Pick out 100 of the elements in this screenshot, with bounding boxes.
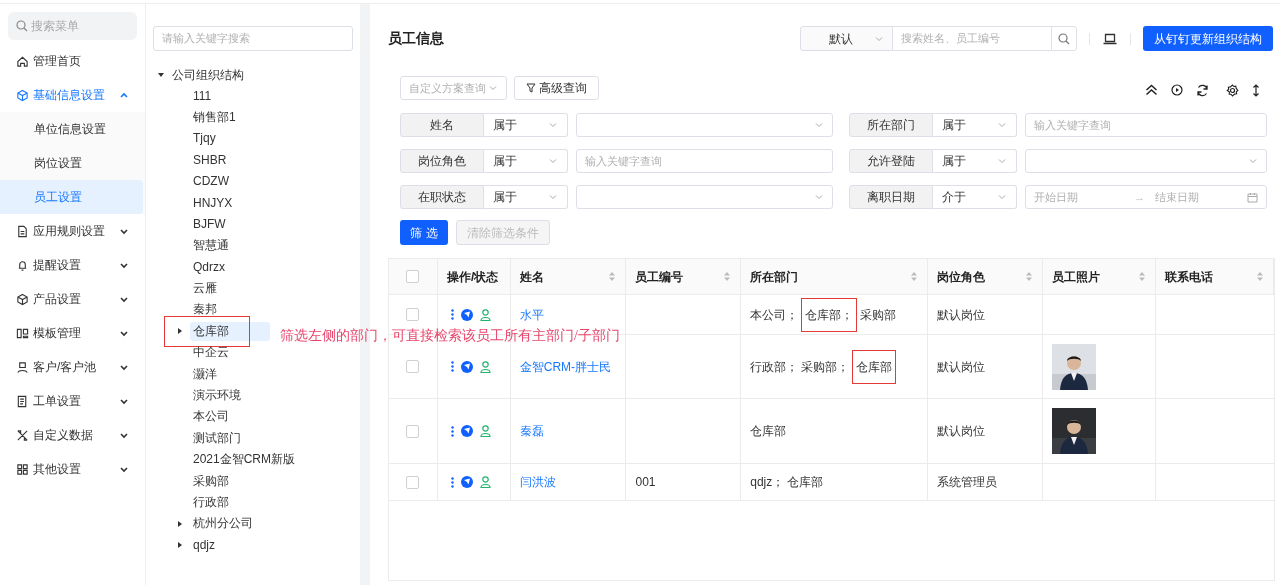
user-icon[interactable]	[479, 425, 491, 437]
tree-node[interactable]: 杭州分公司	[190, 514, 256, 534]
employee-name-link[interactable]: 闫洪波	[519, 473, 556, 491]
sync-button[interactable]: 从钉钉更新组织结构	[1143, 26, 1273, 51]
column-header[interactable]: 联系电话	[1156, 259, 1274, 294]
column-header[interactable]: 员工照片	[1042, 259, 1157, 294]
submenu-item[interactable]: 单位信息设置	[0, 112, 145, 146]
tree-node[interactable]: 仓库部	[190, 321, 270, 341]
menu-item[interactable]: 提醒设置	[0, 248, 145, 282]
sort-icon[interactable]	[1024, 271, 1033, 282]
advanced-query-button[interactable]: 高级查询	[514, 76, 599, 100]
tree-node[interactable]: 公司组织结构	[172, 65, 244, 84]
tree-node[interactable]: qdjz	[190, 535, 218, 555]
operator-select[interactable]: 属于	[484, 149, 568, 173]
play-icon[interactable]	[1171, 84, 1183, 96]
user-icon[interactable]	[479, 308, 491, 321]
refresh-icon[interactable]	[1196, 83, 1209, 97]
layout-icon	[16, 326, 29, 340]
tree-node[interactable]: 本公司	[190, 407, 232, 427]
sort-icon[interactable]	[1138, 271, 1147, 282]
navigation-icon[interactable]	[460, 360, 473, 373]
checkbox[interactable]	[406, 360, 420, 373]
tree-node[interactable]: 111	[190, 86, 215, 106]
caret-right-icon[interactable]	[176, 327, 184, 336]
operator-select[interactable]: 介于	[933, 185, 1017, 209]
navigation-icon[interactable]	[460, 425, 473, 437]
submenu-item[interactable]: 岗位设置	[0, 146, 145, 180]
more-icon[interactable]	[450, 309, 454, 320]
menu-item[interactable]: 模板管理	[0, 316, 145, 350]
tree-node[interactable]: 测试部门	[190, 428, 244, 448]
tree-node[interactable]: 2021金智CRM新版	[190, 450, 299, 470]
user-icon[interactable]	[479, 476, 491, 488]
employee-number: 001	[635, 474, 656, 491]
caret-right-icon[interactable]	[176, 519, 184, 528]
caret-right-icon[interactable]	[176, 541, 184, 550]
more-icon[interactable]	[450, 476, 454, 488]
menu-item[interactable]: 基础信息设置	[0, 78, 145, 112]
tree-node[interactable]: Tjqy	[190, 129, 219, 149]
column-header[interactable]: 姓名	[510, 259, 627, 294]
tree-node[interactable]: BJFW	[190, 214, 229, 234]
column-header[interactable]: 岗位角色	[927, 259, 1043, 294]
menu-item[interactable]: 自定义数据	[0, 418, 145, 452]
tree-node[interactable]: HNJYX	[190, 193, 236, 213]
menu-item[interactable]: 工单设置	[0, 384, 145, 418]
tree-node[interactable]: 秦邦	[190, 300, 220, 320]
tree-node[interactable]: Qdrzx	[190, 257, 228, 277]
more-icon[interactable]	[450, 425, 454, 437]
chevron-down-icon	[119, 464, 129, 474]
operator-select[interactable]: 属于	[484, 185, 568, 209]
tree-node[interactable]: 行政部	[190, 493, 232, 512]
tree-node[interactable]: 销售部1	[190, 107, 239, 127]
menu-item[interactable]: 产品设置	[0, 282, 145, 316]
notebook-icon	[16, 394, 29, 408]
caret-down-icon[interactable]	[157, 70, 165, 79]
checkbox[interactable]	[406, 308, 420, 321]
column-header[interactable]: 所在部门	[741, 259, 928, 294]
tree-node[interactable]: 中企云	[190, 343, 232, 363]
sort-icon[interactable]	[909, 271, 918, 282]
tree-node[interactable]: 灏洋	[190, 364, 220, 384]
employee-name-link[interactable]: 金智CRM-胖士民	[519, 357, 612, 376]
tree-node[interactable]: 云雁	[190, 279, 220, 299]
tree-node[interactable]: 采购部	[190, 471, 232, 491]
sort-icon[interactable]	[723, 271, 732, 282]
sort-icon[interactable]	[608, 271, 617, 282]
search-icon	[1058, 32, 1070, 45]
tree-node[interactable]: 智慧通	[190, 236, 232, 256]
employee-name-link[interactable]: 秦磊	[519, 422, 544, 440]
operator-select[interactable]: 属于	[933, 149, 1017, 173]
chevron-down-icon	[488, 83, 498, 93]
tree-node[interactable]: CDZW	[190, 172, 232, 192]
menu-item[interactable]: 应用规则设置	[0, 214, 145, 248]
submenu-item[interactable]: 员工设置	[0, 180, 143, 214]
navigation-icon[interactable]	[460, 476, 473, 488]
operator-select[interactable]: 属于	[484, 113, 568, 137]
menu-item[interactable]: 管理首页	[0, 44, 145, 78]
employee-name-link[interactable]: 水平	[519, 305, 544, 324]
row-height-icon[interactable]	[1252, 83, 1260, 97]
more-icon[interactable]	[450, 361, 454, 372]
collapse-icon[interactable]	[1145, 84, 1158, 96]
checkbox[interactable]	[406, 475, 420, 489]
sort-icon[interactable]	[1256, 271, 1264, 282]
navigation-icon[interactable]	[460, 308, 473, 321]
tree-node[interactable]: SHBR	[190, 150, 230, 170]
filter-label: 岗位角色	[400, 149, 484, 173]
search-button[interactable]	[1051, 26, 1077, 51]
column-header[interactable]: 操作/状态	[437, 259, 511, 294]
chevron-down-icon	[119, 396, 129, 406]
user-icon[interactable]	[479, 360, 491, 373]
filter-button[interactable]: 筛 选	[400, 220, 448, 245]
column-header[interactable]: 员工编号	[626, 259, 742, 294]
scope-select[interactable]: 默认	[800, 26, 893, 51]
menu-item[interactable]: 客户/客户池	[0, 350, 145, 384]
checkbox[interactable]	[406, 270, 420, 283]
checkbox[interactable]	[406, 424, 420, 438]
tools-icon	[16, 428, 29, 442]
settings-icon[interactable]	[1226, 83, 1239, 97]
operator-select[interactable]: 属于	[933, 113, 1017, 137]
laptop-icon[interactable]	[1103, 32, 1117, 45]
tree-node[interactable]: 演示环境	[190, 386, 244, 406]
menu-item[interactable]: 其他设置	[0, 452, 145, 486]
